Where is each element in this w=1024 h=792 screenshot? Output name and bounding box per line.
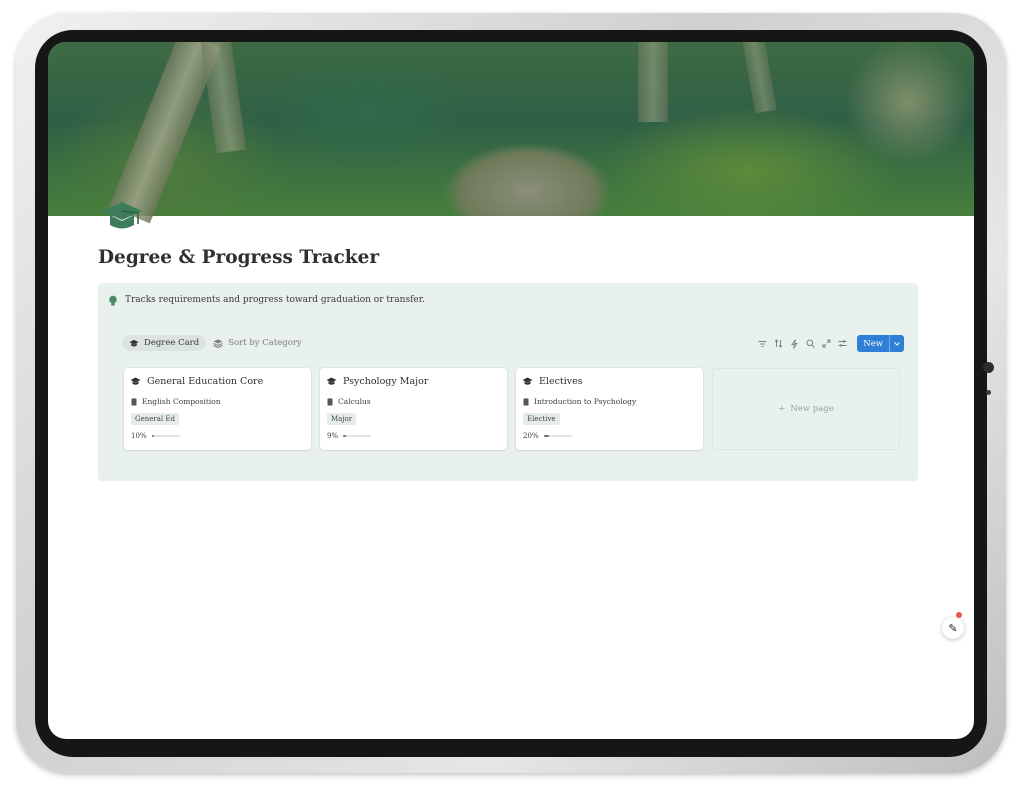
new-button[interactable]: New (857, 335, 904, 352)
plus-icon: + (778, 404, 786, 414)
document-icon (131, 398, 137, 405)
sort-icon[interactable] (773, 339, 783, 349)
cover-image (48, 42, 974, 224)
assistant-icon: ✎ (948, 621, 958, 635)
view-tabs: Degree Card Sort by Category (122, 335, 309, 351)
gallery-card[interactable]: Electives Introduction to Psychology Ele… (516, 368, 703, 450)
progress: 10% (131, 432, 180, 440)
tab-sort-by-category[interactable]: Sort by Category (206, 335, 309, 351)
layers-icon (213, 339, 223, 348)
sensor-icon (986, 390, 991, 395)
chevron-down-icon[interactable] (889, 335, 904, 352)
tablet-frame: Degree & Progress Tracker Tracks require… (16, 13, 1006, 773)
page-title: Degree & Progress Tracker (98, 247, 380, 268)
progress-bar (543, 435, 572, 437)
progress-bar (151, 435, 180, 437)
new-page-button[interactable]: + New page (712, 368, 900, 450)
filter-icon[interactable] (757, 339, 767, 349)
progress-label: 9% (327, 432, 339, 440)
search-icon[interactable] (805, 339, 815, 349)
progress: 9% (327, 432, 372, 440)
progress: 20% (523, 432, 572, 440)
gallery-cards: General Education Core English Compositi… (124, 368, 900, 450)
tab-degree-card[interactable]: Degree Card (122, 335, 207, 351)
category-tag: General Ed (131, 413, 179, 425)
category-tag: Major (327, 413, 357, 425)
category-tag: Elective (523, 413, 560, 425)
camera-icon (983, 362, 994, 373)
progress-label: 20% (523, 432, 539, 440)
new-page-label: New page (790, 404, 834, 414)
tab-label: Degree Card (144, 338, 200, 348)
graduation-cap-icon (130, 377, 141, 385)
graduation-cap-icon (129, 339, 139, 346)
lightbulb-icon (109, 295, 117, 306)
card-relation[interactable]: English Composition (142, 397, 221, 406)
graduation-cap-icon[interactable] (100, 198, 144, 234)
gallery-card[interactable]: Psychology Major Calculus Major 9% (320, 368, 507, 450)
expand-icon[interactable] (821, 339, 831, 349)
card-title: Psychology Major (343, 376, 429, 387)
callout-text: Tracks requirements and progress toward … (125, 295, 425, 305)
callout-block: Tracks requirements and progress toward … (98, 283, 918, 481)
tab-label: Sort by Category (228, 338, 302, 348)
card-relation[interactable]: Calculus (338, 397, 371, 406)
document-icon (523, 398, 529, 405)
screen: Degree & Progress Tracker Tracks require… (48, 42, 974, 739)
database-toolbar: New (757, 335, 904, 352)
graduation-cap-icon (326, 377, 337, 385)
progress-bar (343, 435, 372, 437)
new-button-label: New (863, 338, 883, 349)
help-assistant-button[interactable]: ✎ (942, 612, 964, 639)
graduation-cap-icon (522, 377, 533, 385)
gallery-card[interactable]: General Education Core English Compositi… (124, 368, 311, 450)
document-icon (327, 398, 333, 405)
settings-sliders-icon[interactable] (837, 339, 847, 349)
progress-label: 10% (131, 432, 147, 440)
lightning-icon[interactable] (789, 338, 799, 349)
card-title: Electives (539, 376, 583, 387)
card-title: General Education Core (147, 376, 264, 387)
notification-dot (956, 612, 962, 618)
card-relation[interactable]: Introduction to Psychology (534, 397, 636, 406)
